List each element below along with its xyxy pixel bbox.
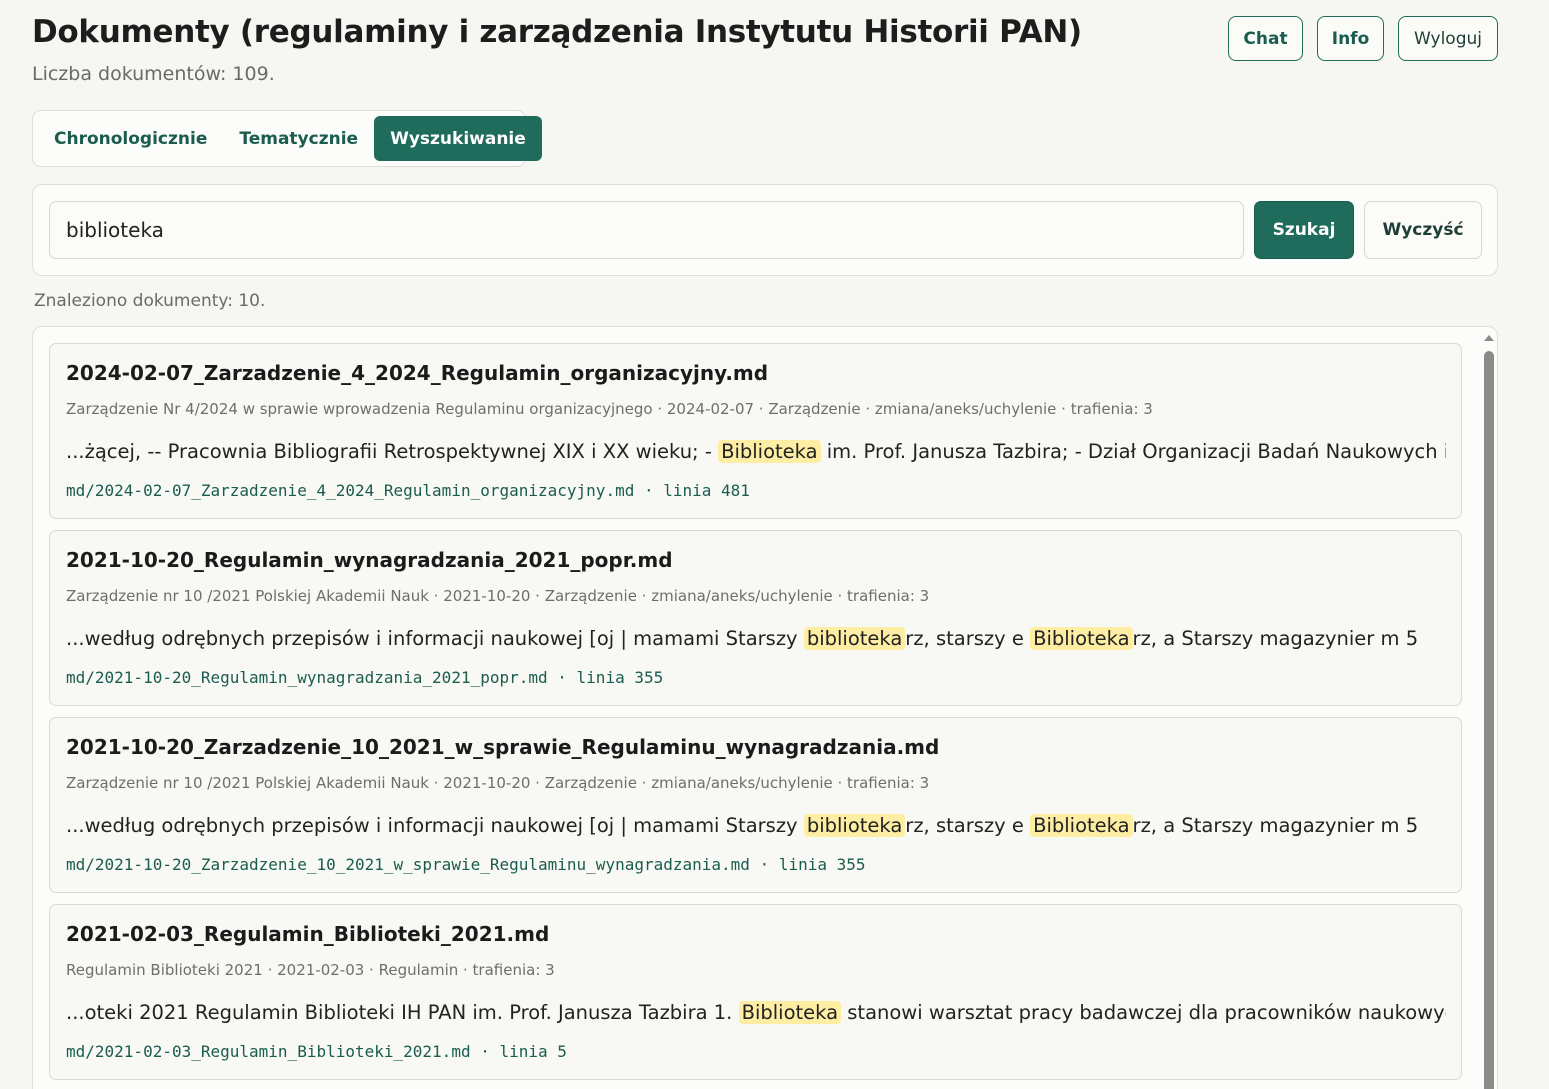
- result-meta: Zarządzenie Nr 4/2024 w sprawie wprowadz…: [66, 400, 1153, 418]
- document-count: Liczba dokumentów: 109.: [32, 63, 275, 85]
- snippet-text: stanowi warsztat pracy badawczej dla pra…: [841, 1001, 1446, 1024]
- snippet-text: ...według odrębnych przepisów i informac…: [66, 814, 804, 837]
- logout-button[interactable]: Wyloguj: [1398, 16, 1498, 61]
- result-meta: Zarządzenie nr 10 /2021 Polskiej Akademi…: [66, 587, 930, 605]
- result-path[interactable]: md/2021-10-20_Zarzadzenie_10_2021_w_spra…: [66, 855, 866, 874]
- page-title: Dokumenty (regulaminy i zarządzenia Inst…: [32, 14, 1082, 50]
- result-title[interactable]: 2021-10-20_Regulamin_wynagradzania_2021_…: [66, 548, 673, 572]
- snippet-text: ...oteki 2021 Regulamin Biblioteki IH PA…: [66, 1001, 739, 1024]
- search-highlight: biblioteka: [803, 627, 906, 650]
- result-title[interactable]: 2021-10-20_Zarzadzenie_10_2021_w_sprawie…: [66, 735, 939, 759]
- result-meta: Zarządzenie nr 10 /2021 Polskiej Akademi…: [66, 774, 930, 792]
- result-card[interactable]: 2021-10-20_Zarzadzenie_10_2021_w_sprawie…: [49, 717, 1462, 893]
- search-highlight: Biblioteka: [718, 440, 821, 463]
- result-snippet: ...oteki 2021 Regulamin Biblioteki IH PA…: [66, 999, 1446, 1027]
- search-highlight: biblioteka: [803, 814, 906, 837]
- result-snippet: ...według odrębnych przepisów i informac…: [66, 812, 1446, 840]
- snippet-text: rz, starszy e: [905, 814, 1031, 837]
- search-highlight: Biblioteka: [1030, 814, 1133, 837]
- snippet-text: rz, starszy e: [905, 627, 1031, 650]
- results-panel: 2024-02-07_Zarzadzenie_4_2024_Regulamin_…: [32, 326, 1498, 1089]
- results-count: Znaleziono dokumenty: 10.: [34, 291, 266, 311]
- result-card[interactable]: 2024-02-07_Zarzadzenie_4_2024_Regulamin_…: [49, 343, 1462, 519]
- tab-chronological[interactable]: Chronologicznie: [38, 116, 223, 161]
- snippet-text: rz, a Starszy magazynier m 5: [1132, 627, 1419, 650]
- snippet-text: rz, a Starszy magazynier m 5: [1132, 814, 1419, 837]
- search-panel: Szukaj Wyczyść: [32, 184, 1498, 276]
- scroll-thumb[interactable]: [1484, 351, 1494, 1089]
- tab-search[interactable]: Wyszukiwanie: [374, 116, 542, 161]
- snippet-text: im. Prof. Janusza Tazbira; - Dział Organ…: [820, 440, 1446, 463]
- snippet-text: ...żącej, -- Pracownia Bibliografii Retr…: [66, 440, 719, 463]
- scroll-up-arrow-icon[interactable]: [1484, 335, 1494, 341]
- result-path[interactable]: md/2024-02-07_Zarzadzenie_4_2024_Regulam…: [66, 481, 750, 500]
- view-tabs: Chronologicznie Tematycznie Wyszukiwanie: [32, 110, 542, 167]
- snippet-text: ...według odrębnych przepisów i informac…: [66, 627, 804, 650]
- search-highlight: Biblioteka: [738, 1001, 842, 1024]
- result-card[interactable]: 2021-02-03_Regulamin_Biblioteki_2021.md …: [49, 904, 1462, 1080]
- result-card[interactable]: 2021-10-20_Regulamin_wynagradzania_2021_…: [49, 530, 1462, 706]
- result-snippet: ...żącej, -- Pracownia Bibliografii Retr…: [66, 438, 1446, 466]
- result-title[interactable]: 2021-02-03_Regulamin_Biblioteki_2021.md: [66, 922, 549, 946]
- top-actions: Chat Info Wyloguj: [1228, 16, 1498, 61]
- chat-button[interactable]: Chat: [1228, 16, 1303, 61]
- result-title[interactable]: 2024-02-07_Zarzadzenie_4_2024_Regulamin_…: [66, 361, 768, 385]
- result-path[interactable]: md/2021-10-20_Regulamin_wynagradzania_20…: [66, 668, 663, 687]
- clear-button[interactable]: Wyczyść: [1364, 201, 1482, 259]
- search-input[interactable]: [49, 201, 1244, 259]
- results-scrollbar[interactable]: [1481, 327, 1497, 1089]
- result-snippet: ...według odrębnych przepisów i informac…: [66, 625, 1446, 653]
- info-button[interactable]: Info: [1317, 16, 1384, 61]
- results-list: 2024-02-07_Zarzadzenie_4_2024_Regulamin_…: [49, 343, 1462, 1089]
- result-path[interactable]: md/2021-02-03_Regulamin_Biblioteki_2021.…: [66, 1042, 567, 1061]
- search-highlight: Biblioteka: [1030, 627, 1133, 650]
- tab-thematic[interactable]: Tematycznie: [223, 116, 374, 161]
- result-meta: Regulamin Biblioteki 2021 · 2021-02-03 ·…: [66, 961, 555, 979]
- search-button[interactable]: Szukaj: [1254, 201, 1354, 259]
